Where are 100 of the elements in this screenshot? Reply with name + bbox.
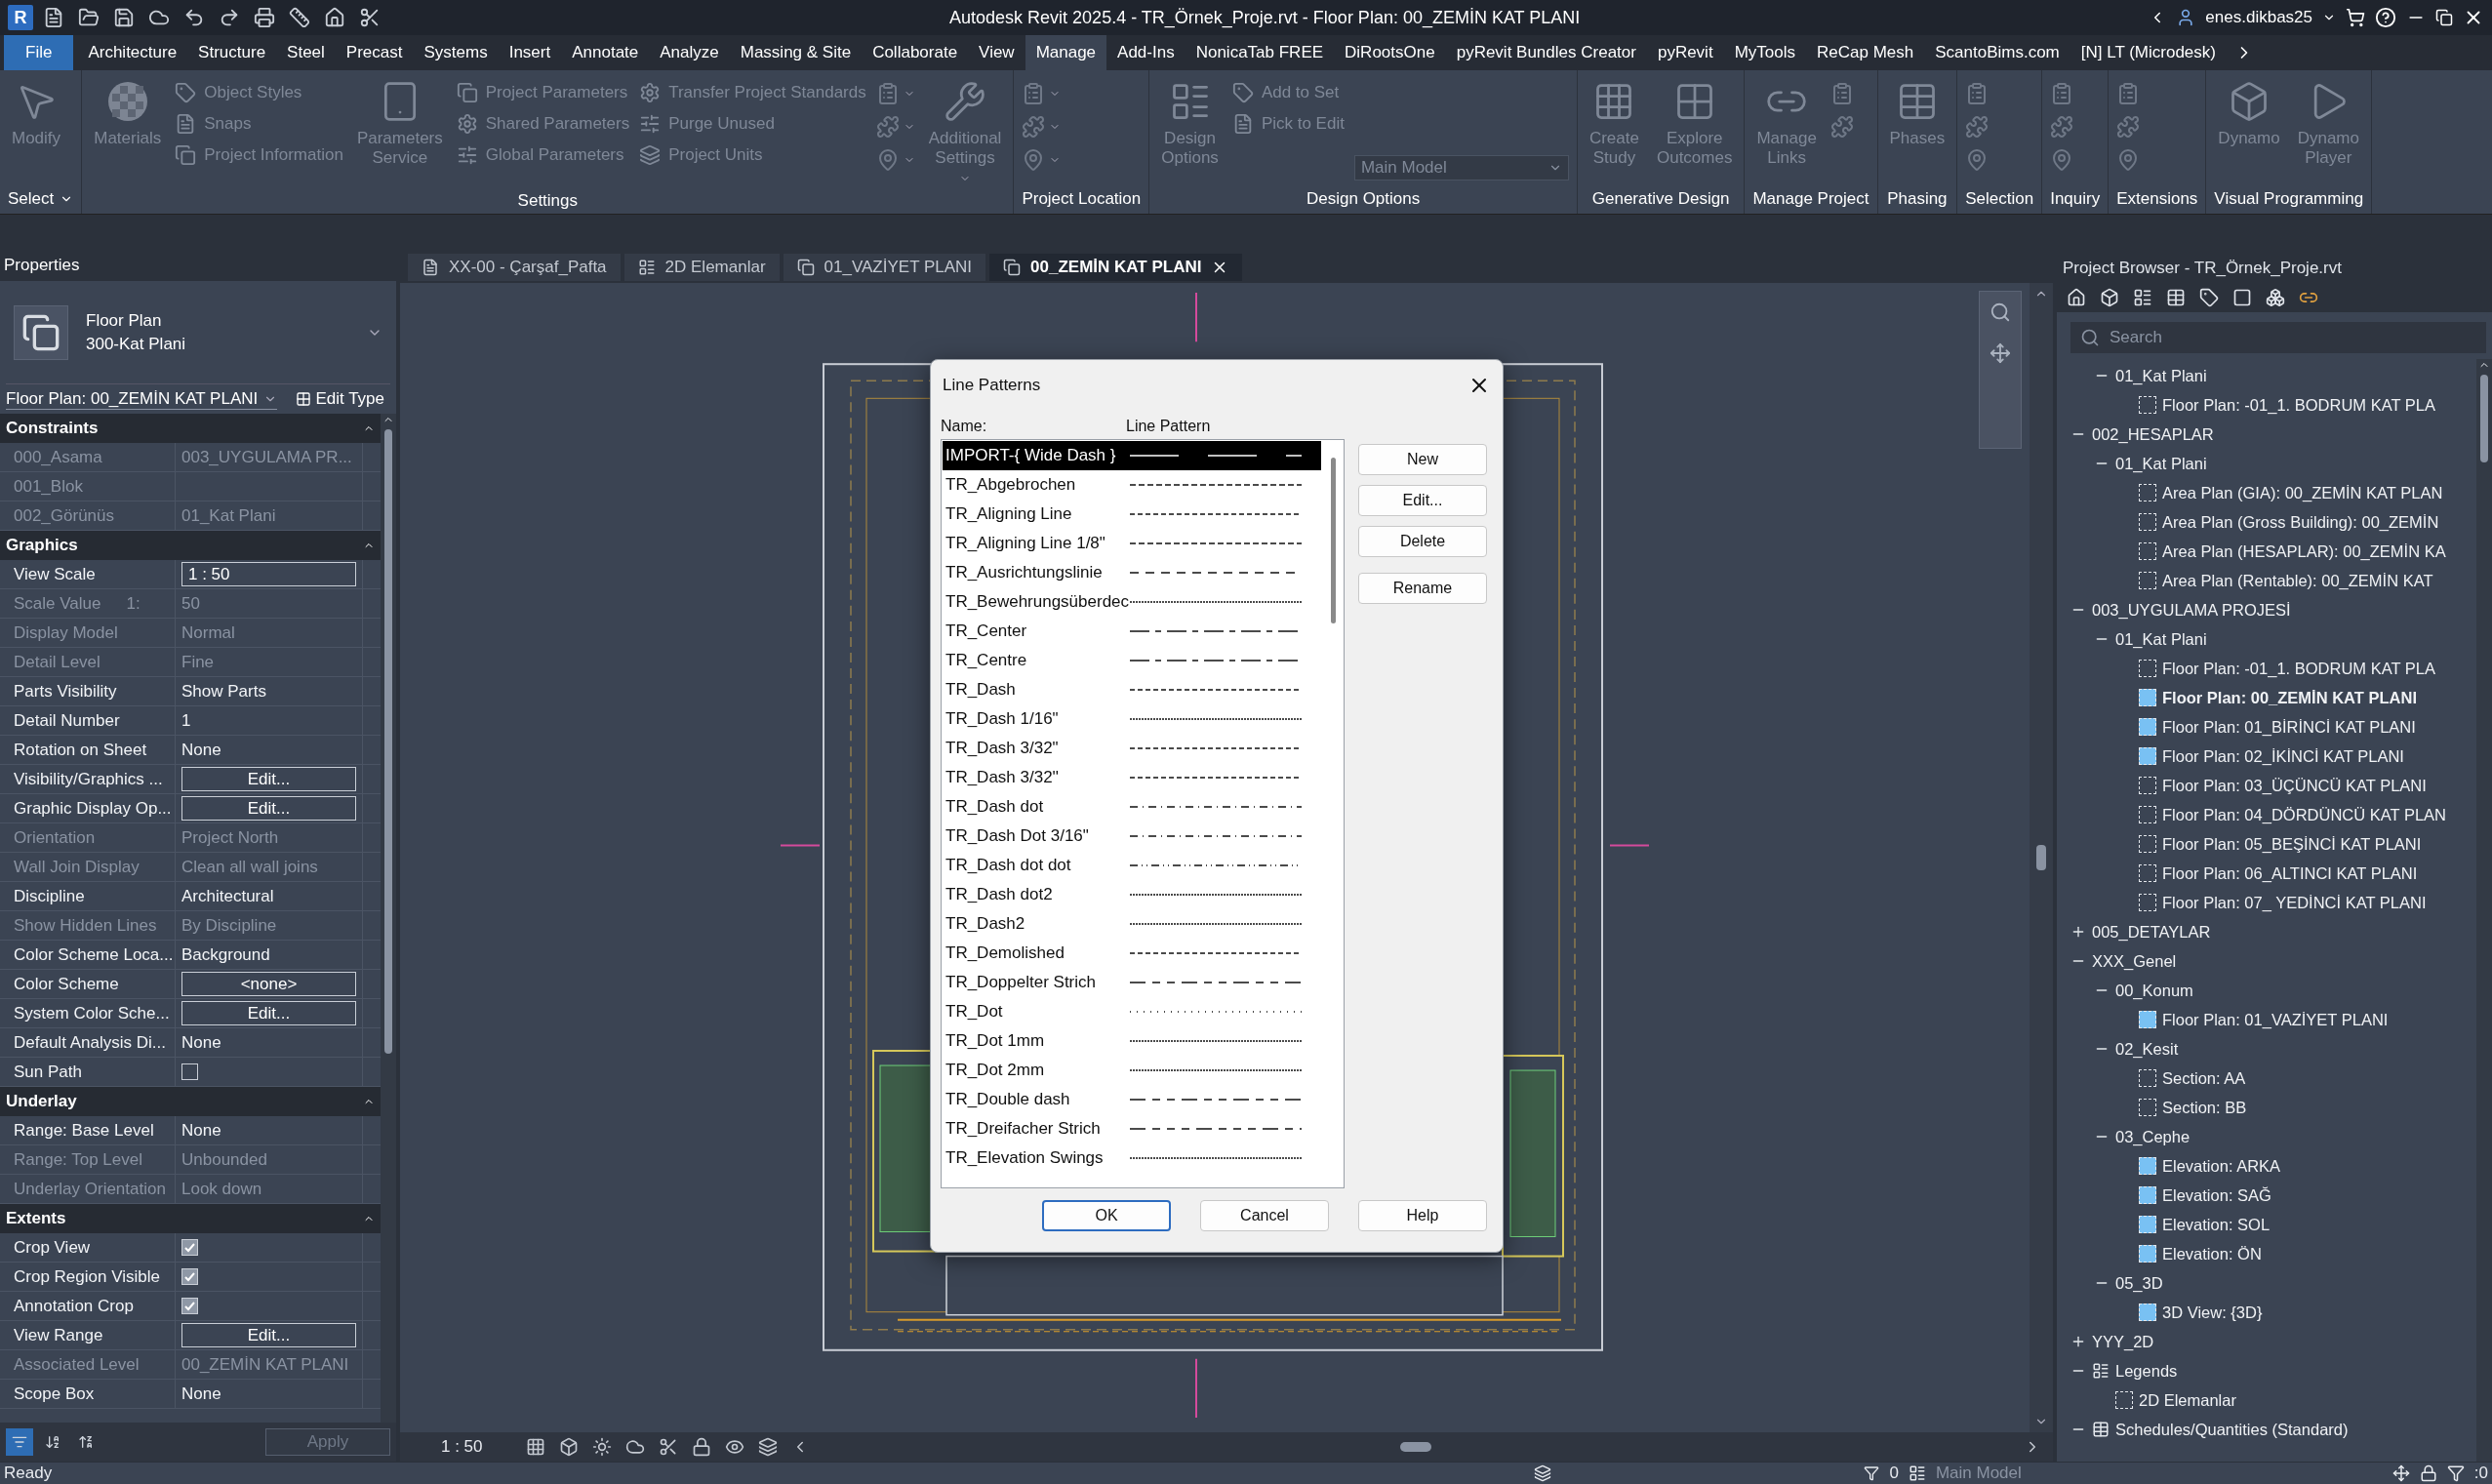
checkbox[interactable] [181,1298,198,1314]
checkbox[interactable] [181,1268,198,1285]
tree-item[interactable]: Schedules/Quantities (Standard) [2115,1420,2349,1439]
document-icon[interactable] [43,7,64,28]
tree-item[interactable]: Elevation: SAĞ [2162,1185,2271,1205]
square-icon[interactable] [2232,288,2252,307]
cube-icon[interactable] [2100,288,2119,307]
list-row[interactable]: TR_Dash 1/16" [943,703,1321,734]
list-row[interactable]: TR_Dash 3/32" [943,733,1321,763]
group-header[interactable]: Constraints [6,419,99,438]
list-row[interactable]: TR_Dash dot [943,791,1321,822]
ribbon-tab[interactable]: Add-Ins [1106,35,1186,70]
ribbon-tab[interactable]: File [4,35,74,70]
scrollbar[interactable] [2476,359,2492,1462]
dialog-button[interactable]: Cancel [1200,1200,1329,1232]
ribbon-tab[interactable]: NonicaTab FREE [1185,35,1335,70]
list-row[interactable]: TR_Dot 2mm [943,1055,1321,1085]
help-icon[interactable] [2375,7,2396,28]
ribbon-tab[interactable]: Collaborate [862,35,969,70]
tree-item[interactable]: Floor Plan: -01_1. BODRUM KAT PLA [2162,395,2435,415]
list-row[interactable]: TR_Dash dot dot [943,850,1321,880]
home-icon[interactable] [324,7,345,28]
user-name[interactable]: enes.dikbas25 [2205,8,2312,27]
scrollbar[interactable] [381,414,396,1423]
cloud-icon[interactable] [624,1437,645,1457]
list-row[interactable]: TR_Elevation Swings [943,1143,1321,1173]
list-row[interactable]: TR_Dot [943,996,1321,1026]
property-button[interactable]: Edit... [181,1001,356,1025]
tree-item[interactable]: Section: BB [2162,1098,2247,1117]
home-icon[interactable] [2067,288,2086,307]
tree-item[interactable]: XXX_Genel [2092,951,2177,971]
ribbon-tab[interactable]: Architecture [77,35,188,70]
ribbon-tab[interactable]: ScantoBims.com [1924,35,2070,70]
list-row[interactable]: TR_Doppelter Strich [943,967,1321,997]
document-tab[interactable]: 2D Elemanlar [623,254,780,281]
checkbox[interactable] [181,1239,198,1256]
grid-icon[interactable] [525,1437,545,1457]
list-row[interactable]: TR_Dash2 [943,908,1321,939]
checkbox[interactable] [181,1063,198,1080]
view-scale[interactable]: 1 : 50 [441,1437,483,1457]
document-tab[interactable]: XX-00 - Çarşaf_Pafta [408,254,621,281]
dialog-button[interactable]: Delete [1358,525,1487,557]
document-tab[interactable]: 01_VAZİYET PLANI [783,254,986,281]
list-row[interactable]: TR_Center [943,616,1321,646]
ribbon-tab[interactable]: pyRevit [1646,35,1724,70]
eye-icon[interactable] [724,1437,744,1457]
tag-icon[interactable] [2199,288,2219,307]
dialog-button[interactable]: OK [1042,1200,1171,1232]
tree-item[interactable]: 00_Konum [2115,981,2193,1000]
list-row[interactable]: TR_Centre [943,645,1321,675]
scrollbar[interactable] [2030,283,2053,1432]
tree-item[interactable]: 02_Kesit [2115,1039,2179,1059]
scroll-thumb[interactable] [2036,845,2046,870]
layers-icon[interactable] [757,1437,778,1457]
ribbon-tab[interactable]: MyTools [1723,35,1806,70]
tree-item[interactable]: Floor Plan: -01_1. BODRUM KAT PLA [2162,659,2435,678]
scroll-thumb[interactable] [1330,457,1336,623]
tree-item[interactable]: Area Plan (HESAPLAR): 00_ZEMİN KA [2162,541,2446,561]
filter-icon[interactable] [1864,1465,1880,1481]
tree-item[interactable]: YYY_2D [2092,1332,2154,1351]
panel-title[interactable]: Select [0,184,82,214]
dialog-button[interactable]: Help [1358,1200,1487,1232]
expand-icon[interactable] [2070,1334,2086,1349]
scroll-thumb[interactable] [1400,1442,1432,1452]
expand-icon[interactable] [2070,924,2086,940]
list-row[interactable]: TR_Dreifacher Strich [943,1113,1321,1143]
list-row[interactable]: TR_Ausrichtungslinie [943,557,1321,587]
tree-item[interactable]: Floor Plan: 06_ALTINCI KAT PLANI [2162,863,2418,883]
tree-item[interactable]: Floor Plan: 02_İKİNCİ KAT PLANI [2162,746,2404,766]
lock-icon[interactable] [691,1437,711,1457]
list-row[interactable]: TR_Bewehrungsüberdec [943,586,1321,617]
list-row[interactable]: TR_Dot 1mm [943,1025,1321,1056]
cart-icon[interactable] [2346,8,2365,27]
search-field[interactable]: Search [2070,322,2486,353]
dialog-button[interactable]: Edit... [1358,484,1487,516]
list-row[interactable]: IMPORT-{ Wide Dash } [943,440,1321,470]
ribbon-tab[interactable]: Analyze [649,35,730,70]
ribbon-tab[interactable]: ReCap Mesh [1806,35,1925,70]
tree-item[interactable]: Floor Plan: 01_VAZİYET PLANI [2162,1010,2389,1029]
tree-item[interactable]: Area Plan (Gross Building): 00_ZEMİN [2162,512,2439,532]
redo-icon[interactable] [219,7,240,28]
list-row[interactable]: TR_Demolished [943,938,1321,968]
list-row[interactable]: TR_Dash [943,674,1321,704]
printer-icon[interactable] [254,7,275,28]
tree-item[interactable]: Elevation: ARKA [2162,1156,2281,1176]
lock-icon[interactable] [2419,1464,2437,1482]
list-row[interactable]: TR_Dash 3/32'' [943,762,1321,792]
tree-item[interactable]: Legends [2115,1361,2178,1381]
tree-item[interactable]: 01_Kat Plani [2115,366,2207,385]
undo-icon[interactable] [183,7,205,28]
ribbon-tab[interactable]: pyRevit Bundles Creator [1445,35,1647,70]
tree-item[interactable]: Elevation: ÖN [2162,1244,2262,1263]
dialog-button[interactable]: Rename [1358,572,1487,604]
list-row[interactable]: TR_Aligning Line 1/8" [943,528,1321,558]
scroll-thumb[interactable] [384,429,392,1054]
ribbon-tab[interactable]: Annotate [561,35,650,70]
tree-item[interactable]: Floor Plan: 07_ YEDİNCİ KAT PLANI [2162,893,2427,912]
list-row[interactable]: TR_Dash Dot 3/16" [943,821,1321,851]
list-row[interactable]: TR_Aligning Line [943,499,1321,529]
tree-item[interactable]: Elevation: SOL [2162,1215,2271,1234]
